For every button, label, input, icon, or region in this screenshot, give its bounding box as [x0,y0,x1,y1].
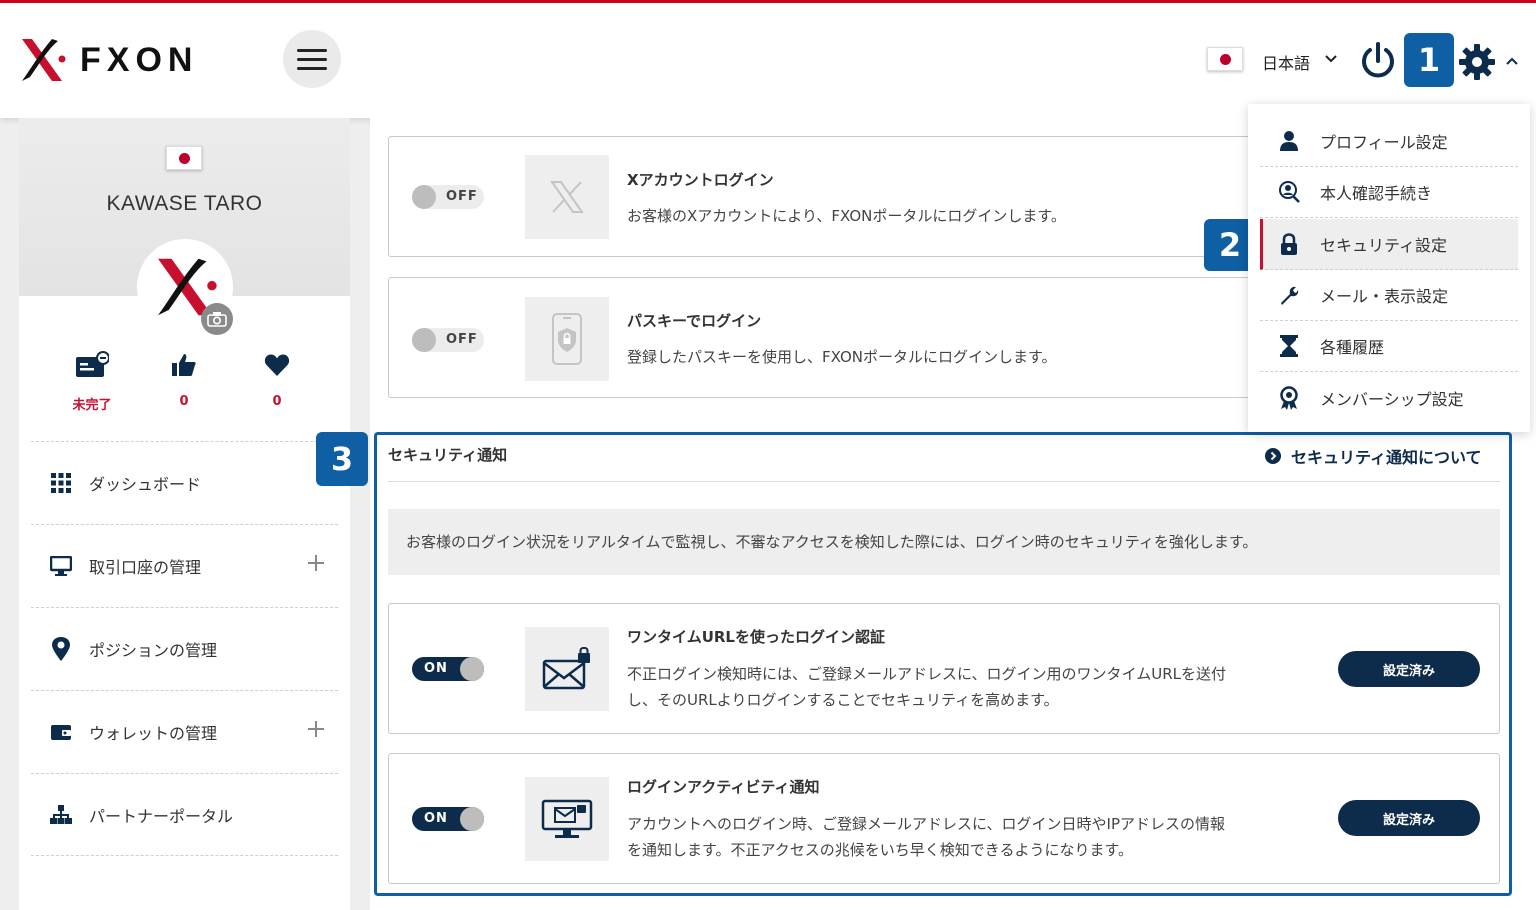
user-country-flag-icon [166,146,202,170]
stat-favorites[interactable]: 0 [237,350,317,409]
step-badge-1: 1 [1404,33,1454,87]
login-activity-card: ON ログインアクティビティ通知 アカウントへのログイン時、ご登録メールアドレス… [388,753,1500,884]
circle-chevron-right-icon [1265,448,1281,464]
menu-item-label: セキュリティ設定 [1320,236,1448,255]
passkey-login-toggle[interactable]: OFF [412,328,484,352]
card-description: お客様のXアカウントにより、FXONポータルにログインします。 [627,207,1066,225]
japan-flag-icon[interactable] [1207,47,1243,71]
card-title: ログインアクティビティ通知 [627,778,820,796]
sidebar-item-label: ポジションの管理 [89,641,218,660]
lock-icon [1281,233,1297,255]
card-description: 登録したパスキーを使用し、FXONポータルにログインします。 [627,348,1057,366]
menu-item-history[interactable]: 各種履歴 [1260,321,1518,372]
monitor-mail-icon [525,777,609,861]
menu-line-icon [297,48,327,52]
section-divider [388,481,1500,482]
gear-icon[interactable] [1458,43,1496,81]
thumbs-up-icon [172,354,196,376]
stat-value: 0 [179,394,189,409]
stat-likes[interactable]: 0 [144,350,224,409]
sidebar-item-label: パートナーポータル [89,807,234,826]
passkey-login-card: OFF パスキーでログイン 登録したパスキーを使用し、FXONポータルにログイン… [388,277,1268,398]
user-icon [1280,131,1298,151]
plus-icon[interactable] [306,719,326,739]
logo-text: FXON [80,40,199,79]
step-badge-3: 3 [316,432,368,486]
settings-dropdown-menu: プロフィール設定 本人確認手続き セキュリティ設定 メール・表示設定 各種履歴 … [1248,104,1530,432]
hamburger-menu-button[interactable] [283,30,341,88]
x-logo-icon [525,155,609,239]
card-description-line: を通知します。不正アクセスの兆候をいち早く検知できるようになります。 [627,841,1133,859]
sidebar-item-label: 取引口座の管理 [89,558,202,577]
menu-line-icon [297,57,327,61]
stat-verification[interactable]: 未完了 [52,350,132,413]
card-title: Xアカウントログイン [627,171,774,189]
menu-item-mail-display[interactable]: メール・表示設定 [1260,270,1518,321]
chevron-down-icon[interactable] [1325,53,1337,65]
stat-value: 0 [272,394,282,409]
chevron-up-icon[interactable] [1505,56,1519,66]
menu-item-profile[interactable]: プロフィール設定 [1260,116,1518,167]
menu-item-label: 各種履歴 [1320,338,1385,357]
sidebar-item-partner-portal[interactable]: パートナーポータル [31,773,338,856]
id-card-icon [76,351,109,377]
menu-item-label: メンバーシップ設定 [1320,389,1464,409]
id-verify-icon [1279,181,1300,203]
menu-item-label: メール・表示設定 [1320,287,1449,306]
award-icon [1280,385,1298,410]
fxon-logo[interactable]: FXON [18,37,198,83]
wrench-icon [1281,286,1299,305]
sidebar-item-label: ウォレットの管理 [89,724,218,743]
menu-item-label: 本人確認手続き [1320,184,1433,203]
mail-lock-icon [525,627,609,711]
passkey-phone-icon [525,297,609,381]
card-description-line: アカウントへのログイン時、ご登録メールアドレスに、ログイン日時やIPアドレスの情… [627,815,1226,833]
org-chart-icon [50,805,72,824]
menu-line-icon [297,66,327,70]
card-title: パスキーでログイン [627,312,762,330]
camera-icon[interactable] [201,303,233,335]
sidebar-item-wallet[interactable]: ウォレットの管理 [31,690,338,773]
section-info-text: お客様のログイン状況をリアルタイムで監視し、不審なアクセスを検知した際には、ログ… [406,533,1258,551]
power-logout-icon[interactable] [1358,41,1398,81]
sidebar-item-trading-accounts[interactable]: 取引口座の管理 [31,524,338,607]
menu-item-label: プロフィール設定 [1320,133,1448,152]
x-login-card: OFF Xアカウントログイン お客様のXアカウントにより、FXONポータルにログ… [388,136,1268,257]
wallet-icon [51,725,71,740]
monitor-icon [50,556,72,576]
plus-icon[interactable] [306,553,326,573]
card-description-line: 不正ログイン検知時には、ご登録メールアドレスに、ログイン用のワンタイムURLを送… [627,665,1227,683]
menu-item-security-settings[interactable]: セキュリティ設定 [1260,219,1518,270]
map-pin-icon [52,637,70,661]
sidebar-item-label: ダッシュボード [89,475,202,494]
x-login-toggle[interactable]: OFF [412,185,484,209]
onetime-url-status-button[interactable]: 設定済み [1338,651,1480,687]
fxon-mark-icon [22,39,66,81]
sidebar: KAWASE TARO 未完了 0 0 ダッシュボード 取引口座の管理 ポジショ… [19,118,350,910]
stat-value: 未完了 [72,398,112,413]
grid-icon [51,473,71,493]
login-activity-toggle[interactable]: ON [412,807,484,831]
section-title: セキュリティ通知 [388,446,508,464]
language-selector[interactable]: 日本語 [1262,50,1310,74]
sidebar-item-dashboard[interactable]: ダッシュボード [31,441,338,524]
section-info-box: お客様のログイン状況をリアルタイムで監視し、不審なアクセスを検知した際には、ログ… [388,509,1500,575]
card-description-line: し、そのURLよりログインすることでセキュリティを高めます。 [627,691,1059,709]
hourglass-icon [1280,335,1298,357]
sidebar-item-positions[interactable]: ポジションの管理 [31,607,338,690]
header: FXON 日本語 1 [0,3,1536,118]
user-name: KAWASE TARO [106,192,263,215]
menu-item-membership[interactable]: メンバーシップ設定 [1260,372,1518,423]
onetime-url-toggle[interactable]: ON [412,657,484,681]
card-title: ワンタイムURLを使ったログイン認証 [627,628,885,646]
login-activity-status-button[interactable]: 設定済み [1338,800,1480,836]
onetime-url-card: ON ワンタイムURLを使ったログイン認証 不正ログイン検知時には、ご登録メール… [388,603,1500,734]
menu-item-identity-verification[interactable]: 本人確認手続き [1260,167,1518,218]
sidebar-divider [31,855,338,856]
security-notification-info-link[interactable]: セキュリティ通知について [1265,444,1482,468]
heart-icon [264,354,290,376]
section-link-label: セキュリティ通知について [1291,448,1482,467]
